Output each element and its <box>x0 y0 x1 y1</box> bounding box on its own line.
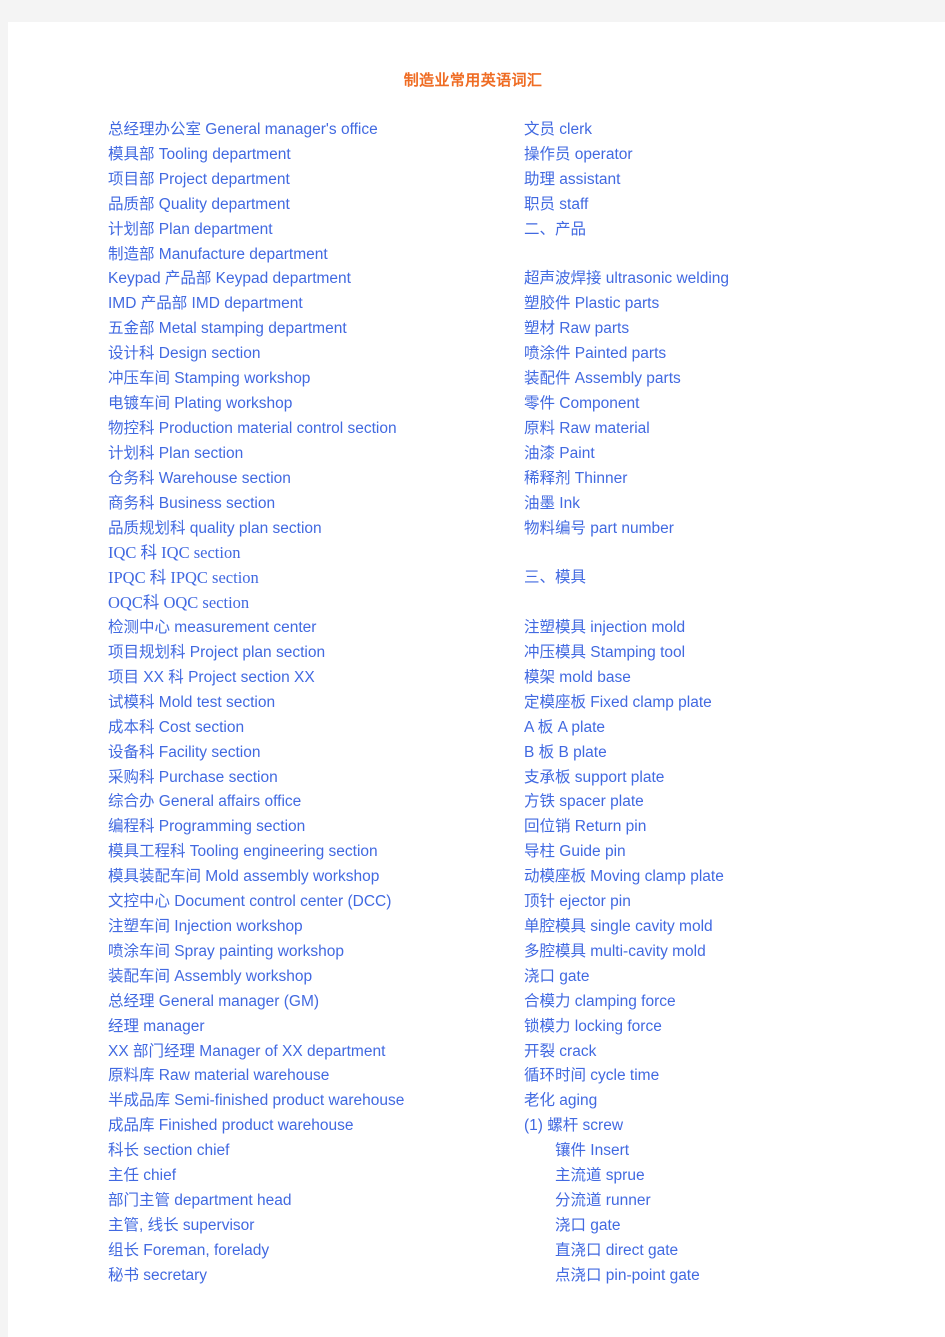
glossary-entry: 单腔模具 single cavity mold <box>524 918 713 935</box>
glossary-entry: 注塑车间 Injection workshop <box>108 918 303 935</box>
glossary-entry: 定模座板 Fixed clamp plate <box>524 693 712 711</box>
glossary-entry: 经理 manager <box>108 1017 205 1035</box>
glossary-entry: 喷涂件 Painted parts <box>524 345 667 363</box>
glossary-entry: 原料库 Raw material warehouse <box>108 1067 330 1085</box>
glossary-entry: 项目部 Project department <box>108 170 290 188</box>
glossary-entry: 商务科 Business section <box>108 494 276 512</box>
glossary-entry: 仓务科 Warehouse section <box>108 469 291 487</box>
glossary-entry: 物控科 Production material control section <box>108 419 397 437</box>
glossary-entry: 物料编号 part number <box>524 519 674 537</box>
glossary-entry: 模具工程科 Tooling engineering section <box>108 843 378 861</box>
glossary-entry: 五金部 Metal stamping department <box>108 320 347 338</box>
glossary-entry: 计划部 Plan department <box>108 220 273 238</box>
glossary-entry: 品质规划科 quality plan section <box>108 519 322 537</box>
page-title: 制造业常用英语词汇 <box>403 72 543 89</box>
glossary-entry: 半成品库 Semi-finished product warehouse <box>108 1092 405 1110</box>
glossary-entry: 设计科 Design section <box>108 345 261 363</box>
glossary-entry: 零件 Component <box>524 394 640 412</box>
glossary-entry: 开裂 crack <box>524 1042 597 1060</box>
glossary-entry: 品质部 Quality department <box>108 195 290 213</box>
glossary-entry: 油漆 Paint <box>524 444 595 462</box>
glossary-entry: 电镀车间 Plating workshop <box>108 394 293 412</box>
glossary-entry: 助理 assistant <box>524 170 621 188</box>
glossary-entry: 回位销 Return pin <box>524 818 647 836</box>
glossary-entry: 老化 aging <box>524 1092 598 1110</box>
glossary-entry: 成品库 Finished product warehouse <box>108 1117 354 1135</box>
glossary-entry: 设备科 Facility section <box>108 743 261 761</box>
glossary-entry: 浇口 gate <box>524 967 590 985</box>
glossary-entry: 原料 Raw material <box>524 419 650 437</box>
glossary-entry: 三、模具 <box>524 569 587 587</box>
glossary-entry: 成本科 Cost section <box>108 718 245 736</box>
glossary-entry: 操作员 operator <box>524 145 633 163</box>
glossary-entry: XX 部门经理 Manager of XX department <box>108 1042 386 1060</box>
glossary-entry: Keypad 产品部 Keypad department <box>108 270 351 288</box>
glossary-column-right: 文员 clerk 操作员 operator 助理 assistant 职员 staff… <box>524 118 924 1289</box>
glossary-entry: 主任 chief <box>108 1167 177 1185</box>
glossary-entry: 编程科 Programming section <box>108 818 306 836</box>
glossary-entry: 油墨 Ink <box>524 494 580 512</box>
glossary-entry: 直浇口 direct gate <box>555 1241 679 1259</box>
glossary-entry: 文控中心 Document control center (DCC) <box>108 893 392 911</box>
glossary-entry: 秘书 secretary <box>108 1266 208 1284</box>
glossary-entry: B 板 B plate <box>524 743 607 761</box>
glossary-entry: 塑材 Raw parts <box>524 320 630 338</box>
glossary-entry: 总经理办公室 General manager's office <box>108 121 378 138</box>
glossary-entry: 职员 staff <box>524 195 589 213</box>
glossary-entry: 制造部 Manufacture department <box>108 245 328 263</box>
glossary-entry: 装配件 Assembly parts <box>524 370 681 388</box>
glossary-entry: 支承板 support plate <box>524 768 665 786</box>
glossary-entry: A 板 A plate <box>524 718 605 736</box>
glossary-entry: 超声波焊接 ultrasonic welding <box>524 270 730 288</box>
glossary-entry: 合模力 clamping force <box>524 992 676 1010</box>
glossary-entry: 主流道 sprue <box>555 1167 645 1185</box>
glossary-entry: 点浇口 pin-point gate <box>555 1266 700 1284</box>
glossary-entry: 循环时间 cycle time <box>524 1067 660 1085</box>
glossary-entry: 项目 XX 科 Project section XX <box>108 668 315 686</box>
glossary-column-left: 总经理办公室 General manager's office 模具部 Tooli… <box>108 118 508 1289</box>
glossary-entry: 注塑模具 injection mold <box>524 619 686 637</box>
glossary-entry: 导柱 Guide pin <box>524 843 626 861</box>
glossary-entry: 文员 clerk <box>524 121 593 138</box>
glossary-entry: IMD 产品部 IMD department <box>108 295 303 313</box>
glossary-entry: 冲压模具 Stamping tool <box>524 644 686 662</box>
glossary-columns: 总经理办公室 General manager's office 模具部 Tooli… <box>8 118 945 1328</box>
glossary-entry: 喷涂车间 Spray painting workshop <box>108 942 345 960</box>
glossary-entry: IPQC 科 IPQC section <box>108 568 259 588</box>
glossary-spacer <box>524 243 924 268</box>
glossary-spacer <box>524 541 924 566</box>
glossary-entry: OQC科 OQC section <box>108 593 250 613</box>
glossary-entry: 主管, 线长 supervisor <box>108 1216 255 1234</box>
glossary-entry: 采购科 Purchase section <box>108 768 278 786</box>
glossary-entry: 方铁 spacer plate <box>524 793 644 811</box>
glossary-spacer <box>524 591 924 616</box>
document-page: 制造业常用英语词汇 总经理办公室 General manager's offic… <box>8 22 945 1337</box>
glossary-entry: 模具部 Tooling department <box>108 145 291 163</box>
glossary-entry: 总经理 General manager (GM) <box>108 992 320 1010</box>
glossary-entry: 分流道 runner <box>555 1191 651 1209</box>
glossary-entry: 塑胶件 Plastic parts <box>524 295 660 313</box>
glossary-entry: 检测中心 measurement center <box>108 619 317 637</box>
glossary-entry: 装配车间 Assembly workshop <box>108 967 313 985</box>
glossary-entry: IQC 科 IQC section <box>108 543 241 563</box>
glossary-entry: 试模科 Mold test section <box>108 693 276 711</box>
glossary-entry: 镶件 Insert <box>555 1142 630 1160</box>
glossary-entry: (1) 螺杆 screw <box>524 1117 624 1135</box>
glossary-entry: 稀释剂 Thinner <box>524 469 628 487</box>
glossary-entry: 部门主管 department head <box>108 1191 292 1209</box>
glossary-entry: 冲压车间 Stamping workshop <box>108 370 311 388</box>
glossary-entry: 科长 section chief <box>108 1142 230 1160</box>
glossary-entry: 组长 Foreman, forelady <box>108 1241 270 1259</box>
glossary-entry: 动模座板 Moving clamp plate <box>524 868 724 886</box>
glossary-entry: 项目规划科 Project plan section <box>108 644 326 662</box>
glossary-entry: 模具装配车间 Mold assembly workshop <box>108 868 380 886</box>
glossary-entry: 多腔模具 multi-cavity mold <box>524 942 706 960</box>
glossary-entry: 顶针 ejector pin <box>524 893 631 911</box>
glossary-entry: 锁模力 locking force <box>524 1017 662 1035</box>
glossary-entry: 综合办 General affairs office <box>108 793 302 811</box>
glossary-entry: 模架 mold base <box>524 668 631 686</box>
glossary-entry: 二、产品 <box>524 220 587 238</box>
glossary-entry: 浇口 gate <box>555 1216 621 1234</box>
glossary-entry: 计划科 Plan section <box>108 444 244 462</box>
